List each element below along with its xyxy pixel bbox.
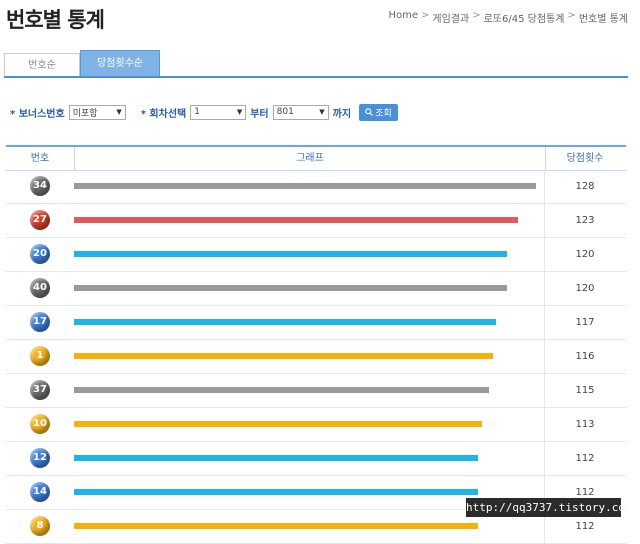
table-row: 1 116 [6,340,626,374]
search-button-label: 조회 [375,108,392,119]
count-bar [74,285,507,291]
page-title: 번호별 통계 [6,8,105,32]
breadcrumb-separator: > [472,10,481,21]
graph-cell [74,204,545,237]
number-ball: 1 [30,346,50,366]
bonus-select[interactable]: 미포함 ▼ [68,104,126,120]
win-count: 123 [575,215,595,226]
graph-cell [74,238,545,271]
win-count: 115 [575,385,595,396]
table-row: 12 112 [6,442,626,476]
number-ball: 12 [30,448,50,468]
bonus-select-value: 미포함 [72,108,98,119]
win-count: 117 [575,317,595,328]
number-ball: 20 [30,244,50,264]
tab-by-win-count[interactable]: 당첨횟수순 [80,50,160,76]
round-from-value: 1 [194,107,200,117]
watermark: http://qq3737.tistory.com [466,498,632,517]
count-bar [74,251,507,257]
number-ball: 8 [30,516,50,536]
search-icon [365,108,374,116]
tab-bar: 번호순 당첨횟수순 [4,50,628,78]
graph-cell [74,374,545,407]
graph-cell [74,170,545,203]
stats-table-body: 34 128 27 123 20 120 40 120 17 117 1 116 37 115 10 113 1… [6,170,626,544]
number-ball: 27 [30,210,50,230]
count-bar [74,455,478,461]
table-row: 34 128 [6,170,626,204]
search-button[interactable]: 조회 [359,103,399,121]
number-ball: 40 [30,278,50,298]
chevron-down-icon: ▼ [236,108,243,116]
header-number: 번호 [30,153,50,164]
number-ball: 37 [30,380,50,400]
filter-bar: * 보너스번호 미포함 ▼ * 회차선택 1 ▼ 부터 801 ▼ 까지 조회 [10,103,399,121]
table-row: 20 120 [6,238,626,272]
breadcrumb-results[interactable]: 게임결과 [432,10,469,25]
count-bar [74,217,518,223]
win-count: 112 [575,453,595,464]
tab-by-number[interactable]: 번호순 [4,53,80,76]
graph-cell [74,442,545,475]
number-ball: 14 [30,482,50,502]
count-bar [74,387,489,393]
count-bar [74,183,536,189]
breadcrumb-separator: > [567,10,576,21]
breadcrumb: Home > 게임결과 > 로또6/45 당첨통계 > 번호별 통계 [388,10,628,25]
round-label: * 회차선택 [140,108,187,120]
breadcrumb-lotto-stats[interactable]: 로또6/45 당첨통계 [484,10,565,25]
breadcrumb-current: 번호별 통계 [578,14,628,25]
table-row: 37 115 [6,374,626,408]
count-bar [74,523,478,529]
breadcrumb-home[interactable]: Home [388,10,418,25]
win-count: 120 [575,249,595,260]
win-count: 113 [575,419,595,430]
win-count: 128 [575,181,595,192]
round-to-value: 801 [276,107,294,117]
header-count: 당첨횟수 [566,153,604,164]
count-bar [74,489,478,495]
graph-cell [74,306,545,339]
bonus-label: * 보너스번호 [10,108,65,120]
number-ball: 34 [30,176,50,196]
table-header: 번호 그래프 당첨횟수 [6,145,626,171]
number-ball: 10 [30,414,50,434]
chevron-down-icon: ▼ [319,108,325,116]
table-row: 17 117 [6,306,626,340]
to-text: 까지 [332,108,352,120]
graph-cell [74,272,545,305]
table-row: 27 123 [6,204,626,238]
win-count: 120 [575,283,595,294]
count-bar [74,353,493,359]
table-row: 40 120 [6,272,626,306]
from-text: 부터 [250,108,269,120]
table-row: 10 113 [6,408,626,442]
breadcrumb-separator: > [420,10,430,21]
graph-cell [74,340,545,373]
win-count: 116 [575,351,595,362]
round-from-select[interactable]: 1 ▼ [190,104,247,120]
number-ball: 17 [30,312,50,332]
round-to-select[interactable]: 801 ▼ [272,104,329,120]
count-bar [74,421,482,427]
header-graph: 그래프 [74,147,546,170]
graph-cell [74,408,545,441]
count-bar [74,319,496,325]
chevron-down-icon: ▼ [116,108,122,116]
